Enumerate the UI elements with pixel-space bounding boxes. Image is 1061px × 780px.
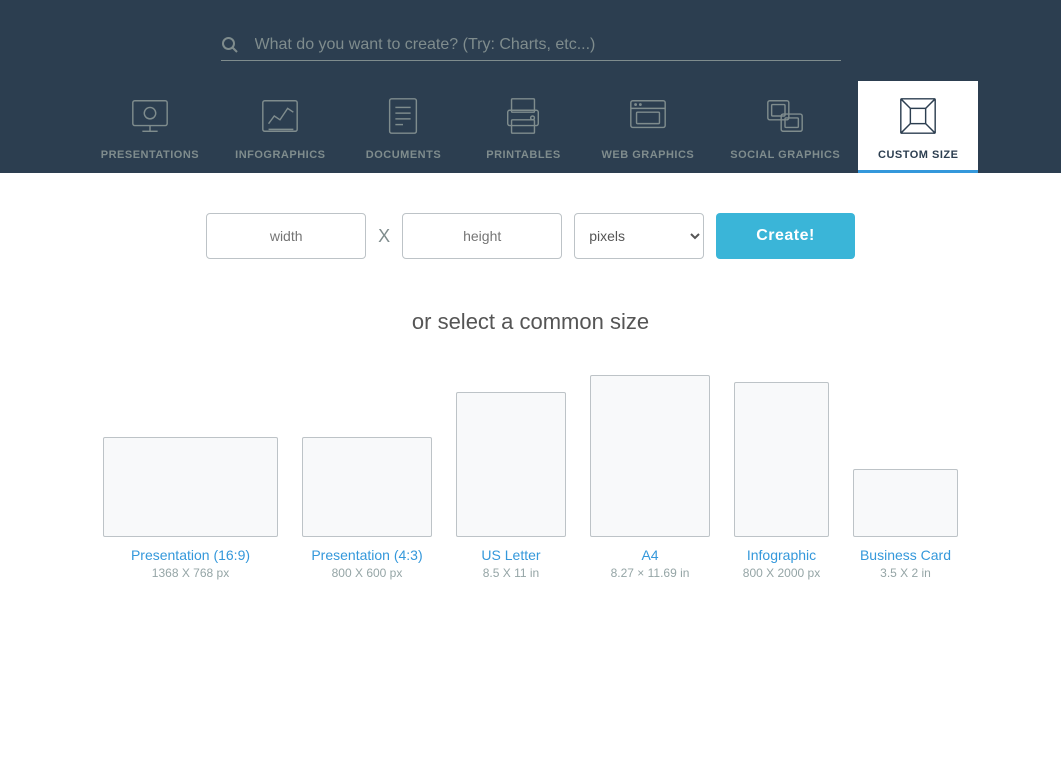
search-input[interactable] [245,30,841,60]
size-card-us-letter[interactable]: US Letter 8.5 X 11 in [456,392,566,580]
nav-item-presentations[interactable]: PRESENTATIONS [83,81,217,173]
infographic-icon [255,91,305,141]
header: PRESENTATIONS INFOGRAPHICS [0,0,1061,173]
create-button[interactable]: Create! [716,213,855,259]
card-dims-presentation-169: 1368 X 768 px [152,566,229,580]
nav-item-documents[interactable]: DOCUMENTS [343,81,463,173]
search-bar [221,30,841,61]
card-title-presentation-43: Presentation (4:3) [311,547,422,563]
card-title-presentation-169: Presentation (16:9) [131,547,250,563]
x-separator: X [378,226,390,247]
card-dims-presentation-43: 800 X 600 px [332,566,403,580]
card-dims-infographic: 800 X 2000 px [743,566,820,580]
main-content: X pixels inches cm mm Create! or select … [0,173,1061,620]
nav-item-social-graphics[interactable]: SOCIAL GRAPHICS [712,81,858,173]
custom-size-icon [893,91,943,141]
size-card-business-card[interactable]: Business Card 3.5 X 2 in [853,469,958,580]
nav-item-custom-size[interactable]: CUSTOM SIZE [858,81,978,173]
card-preview-presentation-43 [302,437,432,537]
web-graphics-icon [623,91,673,141]
nav-label-web-graphics: WEB GRAPHICS [601,149,694,161]
card-preview-business-card [853,469,958,537]
card-title-business-card: Business Card [860,547,951,563]
nav-label-printables: PRINTABLES [486,149,560,161]
card-title-infographic: Infographic [747,547,816,563]
common-size-heading: or select a common size [20,309,1041,335]
custom-size-row: X pixels inches cm mm Create! [20,213,1041,259]
nav-item-printables[interactable]: PRINTABLES [463,81,583,173]
nav-item-web-graphics[interactable]: WEB GRAPHICS [583,81,712,173]
nav-item-infographics[interactable]: INFOGRAPHICS [217,81,343,173]
height-input[interactable] [402,213,562,259]
size-cards: Presentation (16:9) 1368 X 768 px Presen… [20,375,1041,580]
width-input[interactable] [206,213,366,259]
unit-select[interactable]: pixels inches cm mm [574,213,704,259]
nav-label-infographics: INFOGRAPHICS [235,149,325,161]
document-icon [378,91,428,141]
size-card-presentation-169[interactable]: Presentation (16:9) 1368 X 768 px [103,437,278,580]
nav-label-presentations: PRESENTATIONS [101,149,199,161]
size-card-presentation-43[interactable]: Presentation (4:3) 800 X 600 px [302,437,432,580]
card-title-us-letter: US Letter [481,547,540,563]
printable-icon [498,91,548,141]
card-preview-infographic [734,382,829,537]
size-card-a4[interactable]: A4 8.27 × 11.69 in [590,375,710,580]
nav-categories: PRESENTATIONS INFOGRAPHICS [0,81,1061,173]
search-icon [221,36,245,54]
nav-label-custom-size: CUSTOM SIZE [878,149,958,161]
card-dims-us-letter: 8.5 X 11 in [483,566,539,580]
nav-label-documents: DOCUMENTS [366,149,441,161]
card-preview-a4 [590,375,710,537]
size-card-infographic[interactable]: Infographic 800 X 2000 px [734,382,829,580]
search-bar-wrap [0,20,1061,81]
presentation-icon [125,91,175,141]
card-dims-a4: 8.27 × 11.69 in [611,566,690,580]
nav-label-social-graphics: SOCIAL GRAPHICS [730,149,840,161]
card-preview-presentation-169 [103,437,278,537]
card-title-a4: A4 [641,547,658,563]
card-preview-us-letter [456,392,566,537]
card-dims-business-card: 3.5 X 2 in [880,566,931,580]
social-graphics-icon [760,91,810,141]
